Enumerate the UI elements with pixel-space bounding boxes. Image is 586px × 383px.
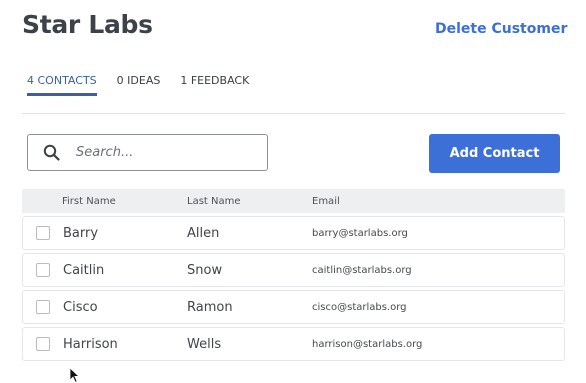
mouse-cursor-icon	[69, 368, 81, 383]
first-name-cell: Harrison	[63, 337, 118, 352]
divider	[22, 113, 565, 114]
last-name-cell: Allen	[187, 226, 220, 241]
first-name-cell: Cisco	[63, 300, 98, 315]
row-checkbox[interactable]	[36, 226, 50, 240]
search-box[interactable]	[27, 134, 268, 171]
last-name-cell: Wells	[187, 337, 222, 352]
first-name-cell: Barry	[63, 226, 99, 241]
tab-bar: 4 CONTACTS 0 IDEAS 1 FEEDBACK	[27, 74, 269, 96]
table-row[interactable]: Barry Allen barry@starlabs.org	[22, 216, 565, 250]
email-cell: caitlin@starlabs.org	[312, 265, 412, 276]
first-name-cell: Caitlin	[63, 263, 105, 278]
last-name-cell: Snow	[187, 263, 223, 278]
search-input[interactable]	[74, 144, 258, 161]
table-header: First Name Last Name Email	[22, 189, 565, 213]
column-header-email: Email	[312, 196, 340, 207]
email-cell: harrison@starlabs.org	[312, 339, 423, 350]
row-checkbox[interactable]	[36, 263, 50, 277]
delete-customer-link[interactable]: Delete Customer	[435, 21, 567, 37]
row-checkbox[interactable]	[36, 300, 50, 314]
last-name-cell: Ramon	[187, 300, 233, 315]
tab-contacts[interactable]: 4 CONTACTS	[27, 74, 97, 96]
search-icon	[42, 144, 60, 162]
table-row[interactable]: Caitlin Snow caitlin@starlabs.org	[22, 253, 565, 287]
table-row[interactable]: Harrison Wells harrison@starlabs.org	[22, 327, 565, 361]
page-title: Star Labs	[22, 10, 153, 39]
table-row[interactable]: Cisco Ramon cisco@starlabs.org	[22, 290, 565, 324]
email-cell: cisco@starlabs.org	[312, 302, 407, 313]
tab-feedback[interactable]: 1 FEEDBACK	[180, 74, 249, 96]
row-checkbox[interactable]	[36, 337, 50, 351]
column-header-last-name: Last Name	[187, 196, 241, 207]
tab-ideas[interactable]: 0 IDEAS	[117, 74, 161, 96]
column-header-first-name: First Name	[62, 196, 116, 207]
add-contact-button[interactable]: Add Contact	[429, 134, 560, 173]
email-cell: barry@starlabs.org	[312, 228, 408, 239]
